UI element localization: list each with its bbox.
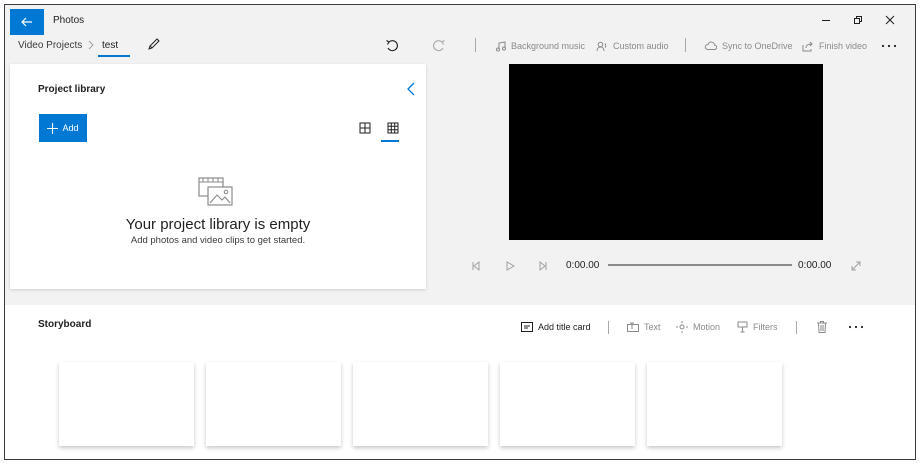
app-title: Photos [53, 15, 85, 26]
grid-small-icon [359, 122, 371, 134]
text-icon [627, 322, 639, 332]
filters-label: Filters [753, 322, 778, 332]
delete-button[interactable] [817, 319, 827, 335]
custom-audio-label: Custom audio [613, 41, 669, 51]
background-music-label: Background music [511, 41, 586, 51]
background-music-button[interactable]: Background music [495, 38, 585, 54]
project-library-title: Project library [38, 84, 106, 95]
storyboard-slot[interactable] [59, 362, 194, 446]
toolbar-separator [685, 38, 686, 52]
app-window: Photos Video Projects test Background mu… [4, 4, 916, 460]
close-icon [885, 15, 895, 25]
storyboard-more-button[interactable] [848, 319, 864, 335]
collapse-library-button[interactable] [406, 82, 420, 98]
storyboard-slot[interactable] [647, 362, 782, 446]
redo-button[interactable] [432, 38, 446, 54]
storyboard-title: Storyboard [38, 319, 92, 330]
add-title-card-label: Add title card [538, 322, 591, 332]
sync-onedrive-button[interactable]: Sync to OneDrive [704, 38, 793, 54]
rename-project-button[interactable] [147, 37, 165, 55]
total-time: 0:00.00 [798, 260, 832, 271]
breadcrumb-underline [98, 55, 130, 57]
add-media-button[interactable]: Add [39, 114, 87, 142]
finish-video-button[interactable]: Finish video [802, 38, 867, 54]
share-icon [802, 41, 813, 51]
restore-button[interactable] [848, 11, 868, 29]
text-button[interactable]: Text [627, 319, 661, 335]
storyboard-slot[interactable] [353, 362, 488, 446]
person-audio-icon [596, 41, 607, 51]
storyboard-separator [608, 321, 609, 334]
redo-icon [433, 40, 445, 52]
breadcrumb-current-project[interactable]: test [102, 40, 118, 51]
back-arrow-icon [21, 17, 32, 27]
grid-large-icon [387, 122, 399, 134]
minimize-button[interactable] [816, 11, 836, 29]
play-button[interactable] [504, 259, 518, 273]
cloud-icon [704, 41, 717, 50]
previous-frame-button[interactable] [470, 259, 484, 273]
restore-icon [854, 16, 862, 24]
empty-library-title: Your project library is empty [125, 216, 311, 233]
toolbar-separator [475, 38, 476, 52]
pencil-icon [148, 38, 160, 50]
expand-icon [851, 261, 861, 271]
filters-button[interactable]: Filters [737, 319, 778, 335]
more-icon [848, 325, 864, 329]
storyboard-slot[interactable] [206, 362, 341, 446]
title-bar: Photos [5, 5, 915, 35]
close-button[interactable] [880, 11, 900, 29]
plus-icon [47, 122, 59, 134]
storyboard-panel: Storyboard Add title card Text Motion Fi… [5, 305, 915, 459]
seek-bar[interactable] [608, 264, 792, 266]
view-large-tiles-button[interactable] [359, 121, 373, 135]
expand-button[interactable] [850, 259, 864, 273]
play-icon [506, 261, 516, 271]
more-icon [881, 44, 897, 48]
more-options-button[interactable] [881, 38, 897, 54]
finish-video-label: Finish video [819, 41, 868, 51]
add-title-card-button[interactable]: Add title card [521, 319, 591, 335]
title-card-icon [521, 322, 533, 332]
motion-button[interactable]: Motion [676, 319, 720, 335]
breadcrumb-video-projects[interactable]: Video Projects [18, 40, 82, 51]
music-note-icon [496, 40, 506, 51]
storyboard-slot[interactable] [500, 362, 635, 446]
empty-library-icon [198, 177, 233, 206]
next-frame-icon [539, 260, 547, 272]
view-selected-indicator [381, 140, 399, 142]
minimize-icon [822, 20, 830, 21]
motion-icon [676, 321, 688, 333]
current-time: 0:00.00 [566, 260, 600, 271]
back-button[interactable] [10, 9, 44, 35]
next-frame-button[interactable] [537, 259, 551, 273]
view-small-tiles-button[interactable] [387, 121, 401, 135]
trash-icon [817, 321, 827, 333]
project-library-panel: Project library Add Your project library… [10, 64, 426, 289]
previous-frame-icon [472, 260, 480, 272]
motion-label: Motion [693, 322, 721, 332]
add-label: Add [62, 123, 79, 133]
filters-icon [737, 321, 748, 333]
undo-button[interactable] [385, 38, 399, 54]
chevron-right-icon [88, 40, 94, 50]
undo-icon [386, 40, 398, 52]
empty-library-subtitle: Add photos and video clips to get starte… [130, 235, 306, 246]
storyboard-separator [796, 321, 797, 334]
custom-audio-button[interactable]: Custom audio [596, 38, 669, 54]
chevron-left-icon [407, 82, 415, 96]
text-label: Text [644, 322, 661, 332]
video-preview[interactable] [509, 64, 823, 240]
sync-onedrive-label: Sync to OneDrive [722, 41, 793, 51]
